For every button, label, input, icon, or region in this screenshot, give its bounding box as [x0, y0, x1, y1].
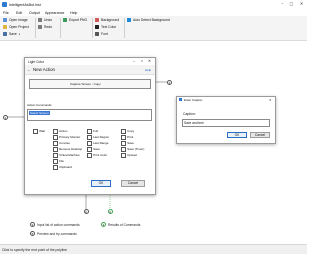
callout-2: 2	[167, 79, 172, 85]
status-text: Click to specify the end point of the po…	[2, 247, 68, 252]
close-icon[interactable]: ✕	[269, 98, 272, 102]
preview-box: Capture Screen - Copy	[29, 79, 151, 89]
action-commands-label: Action Commands	[27, 103, 52, 107]
help-link[interactable]: Help	[145, 68, 151, 72]
checkbox-concise[interactable]: Concise	[53, 141, 70, 146]
checkbox-print-color[interactable]: Print Color	[87, 153, 107, 158]
checkbox-primary-monitor[interactable]: Primary Monitor	[53, 135, 80, 140]
callout-4-legend: 4	[101, 222, 106, 227]
checkbox-action[interactable]: Action	[53, 129, 67, 134]
caption-cancel-button[interactable]: Cancel	[250, 132, 270, 138]
cancel-button[interactable]: Cancel	[121, 180, 145, 187]
callout-3: 3	[83, 209, 89, 214]
minimize-icon[interactable]: –	[133, 59, 135, 63]
checkbox-save-timer[interactable]: Save (Timer)	[121, 147, 144, 152]
checkbox-full[interactable]: Full	[87, 129, 98, 134]
caption-ok-button[interactable]: OK	[227, 132, 247, 138]
checkbox-clipboard[interactable]: Clipboard	[53, 165, 72, 170]
dialog-header: ← New Action Help	[25, 65, 155, 75]
caption-dialog-title: Enter Caption	[184, 98, 203, 102]
checkbox-file[interactable]: File	[53, 159, 64, 164]
callout-3-text: Input list of action commands	[37, 223, 80, 227]
callout-5-text: Preview and try commands	[37, 232, 77, 236]
checkbox-print[interactable]: Print	[121, 135, 133, 140]
checkbox-save[interactable]: Save	[87, 147, 100, 152]
callout-4-text: Results of Commands	[108, 223, 141, 227]
callout-3-legend: 3	[30, 222, 35, 227]
checkbox-wait[interactable]: Wait	[33, 129, 45, 134]
callout-5-legend: 5	[30, 231, 35, 236]
checkbox-save-2[interactable]: Save	[121, 141, 134, 146]
app-icon	[179, 98, 182, 101]
callout-4: 4	[107, 209, 113, 214]
enter-caption-dialog: Enter Caption ✕ Caption: Save and text O…	[176, 96, 276, 144]
dialog-heading: New Action	[33, 67, 55, 72]
back-arrow-icon[interactable]: ←	[27, 67, 31, 72]
light-color-dialog: Light Color – □ ✕ ← New Action Help Capt…	[24, 57, 156, 195]
close-icon[interactable]: ✕	[148, 59, 151, 63]
preview-text: Capture Screen - Copy	[70, 82, 101, 86]
caption-label: Caption:	[183, 112, 196, 116]
checkbox-last-range[interactable]: Last Range	[87, 141, 108, 146]
checkbox-remove-desktop[interactable]: Remove Desktop	[53, 147, 82, 152]
checkbox-virtual-machine[interactable]: Virtual Machine	[53, 153, 80, 158]
checkbox-copy[interactable]: Copy	[121, 129, 134, 134]
maximize-icon[interactable]: □	[141, 59, 143, 63]
callout-1: 1	[3, 114, 8, 120]
checkbox-last-region[interactable]: Last Region	[87, 135, 109, 140]
action-commands-input[interactable]: Select Screen	[27, 109, 152, 121]
dialog-title: Light Color	[28, 59, 44, 64]
ok-button[interactable]: OK	[91, 180, 111, 187]
checkbox-upload[interactable]: Upload	[121, 153, 137, 158]
caption-input[interactable]: Save and text	[182, 119, 270, 127]
